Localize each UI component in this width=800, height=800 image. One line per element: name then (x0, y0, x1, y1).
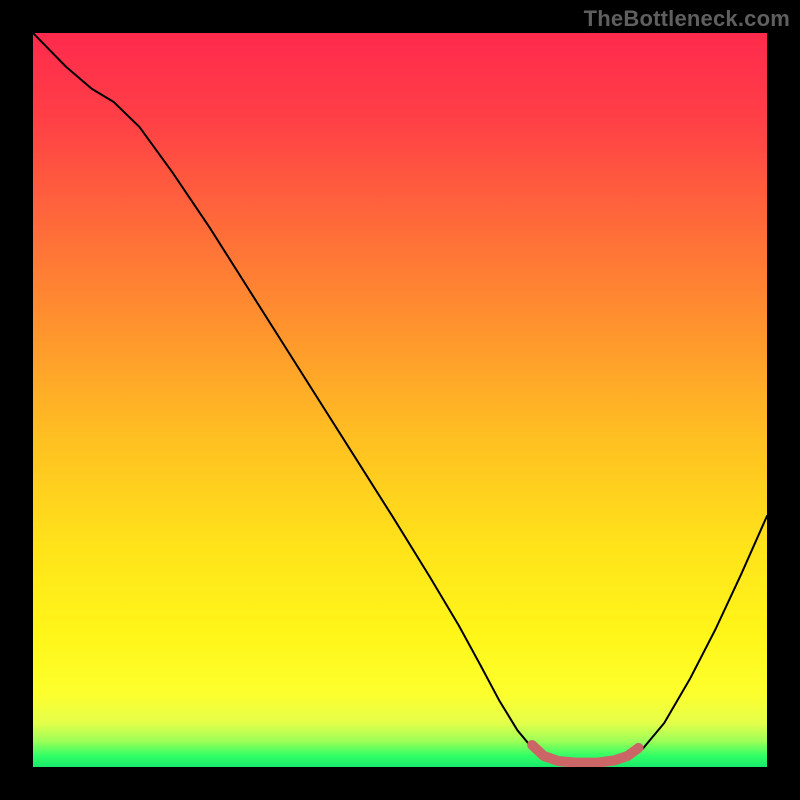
watermark-text: TheBottleneck.com (584, 6, 790, 32)
chart-svg (33, 33, 767, 767)
gradient-background (33, 33, 767, 767)
plot-area (33, 33, 767, 767)
chart-container: TheBottleneck.com (0, 0, 800, 800)
